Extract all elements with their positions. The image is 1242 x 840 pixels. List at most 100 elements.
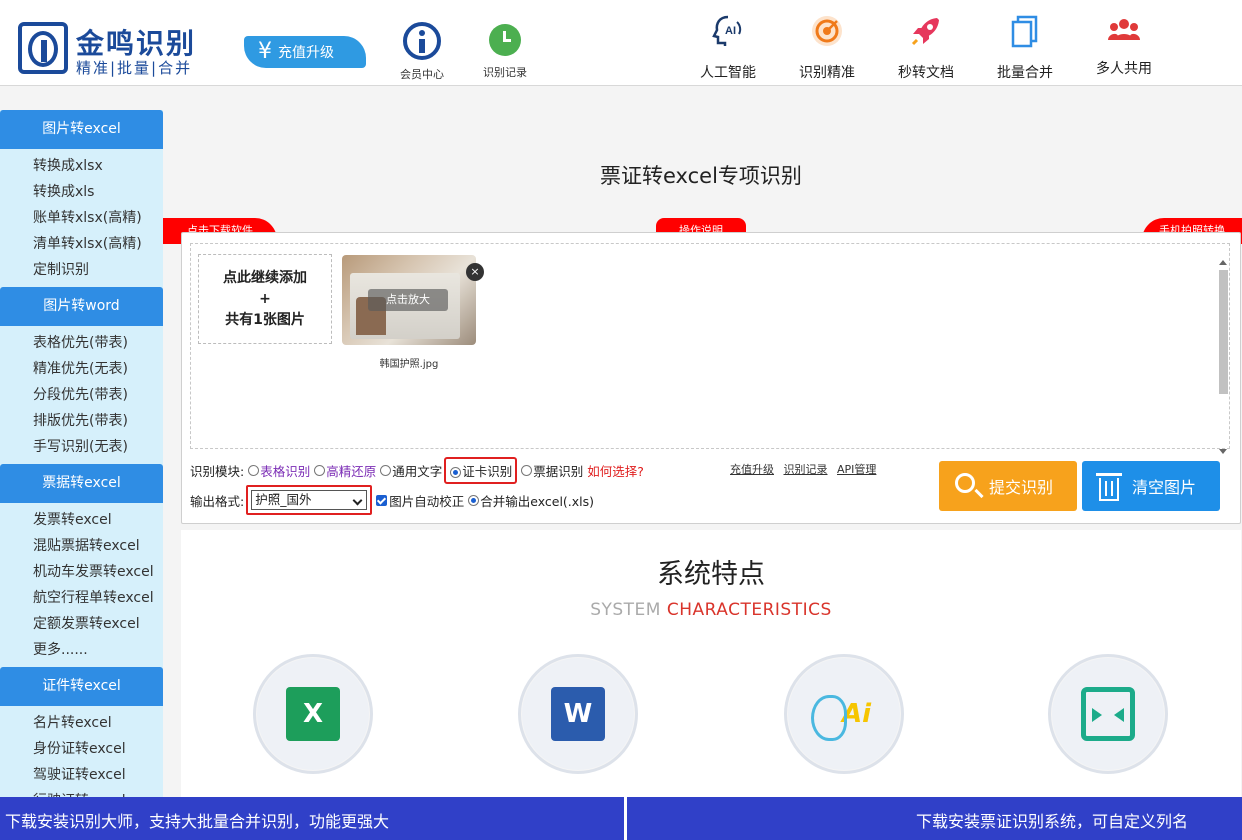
remove-image-button[interactable]: × (466, 263, 484, 281)
magnifier-icon (955, 473, 975, 493)
scrollbar-thumb[interactable] (1219, 270, 1228, 394)
radio-hi-precision[interactable] (314, 465, 326, 476)
module-card-label[interactable]: 证卡识别 (462, 464, 512, 479)
logo-title: 金鸣识别 (76, 27, 197, 60)
sidebar-group-title[interactable]: 图片转excel (0, 110, 163, 149)
module-general-text-label[interactable]: 通用文字 (392, 461, 442, 480)
merge-output-radio[interactable] (468, 494, 480, 506)
module-label: 识别模块: (190, 464, 245, 479)
sidebar-item[interactable]: 名片转excel (0, 710, 163, 736)
top-header: 金鸣识别 精准|批量|合并 ¥ 充值升级 会员中心 识别记录 AI 人工智能 识… (0, 0, 1242, 86)
svg-text:AI: AI (725, 25, 736, 37)
plus-icon: + (259, 291, 271, 307)
sidebar-item[interactable]: 定额发票转excel (0, 611, 163, 637)
recharge-link[interactable]: 充值升级 (730, 463, 774, 476)
feature-accuracy-label: 识别精准 (799, 65, 855, 81)
feature-batch-label: 批量合并 (997, 65, 1053, 81)
sidebar-item[interactable]: 表格优先(带表) (0, 330, 163, 356)
dropzone-scrollbar[interactable] (1216, 258, 1230, 456)
sidebar-group-id-excel: 证件转excel 名片转excel 身份证转excel 驾驶证转excel 行驶… (0, 667, 163, 800)
sidebar-item[interactable]: 转换成xlsx (0, 153, 163, 179)
sidebar-group-title[interactable]: 图片转word (0, 287, 163, 326)
member-center-label: 会员中心 (400, 68, 444, 81)
sidebar-item[interactable]: 精准优先(无表) (0, 356, 163, 382)
download-master-banner[interactable]: 下载安装识别大师，支持大批量合并识别，功能更强大 (5, 808, 389, 832)
submit-label: 提交识别 (989, 478, 1054, 497)
ai-icon: AI (712, 15, 742, 46)
member-center-button[interactable]: 会员中心 (392, 22, 452, 82)
excel-icon: X (286, 687, 340, 741)
module-options: 识别模块: 表格识别 高精还原 通用文字 证卡识别 票据识别 如何选择? (190, 457, 644, 484)
history-label: 识别记录 (483, 66, 527, 79)
image-dropzone[interactable]: 点此继续添加 + 共有1张图片 点击放大 × 韩国护照.jpg (190, 243, 1230, 454)
history-button[interactable]: 识别记录 (475, 22, 535, 82)
users-icon (1108, 19, 1140, 40)
feature-circle-ai: Ai (784, 654, 904, 774)
module-invoice-label[interactable]: 票据识别 (533, 461, 583, 480)
sidebar-item[interactable]: 身份证转excel (0, 736, 163, 762)
recharge-button[interactable]: ¥ 充值升级 (244, 36, 366, 68)
how-to-choose-link[interactable]: 如何选择? (587, 461, 644, 480)
feature-batch: 批量合并 (983, 14, 1067, 82)
submit-button[interactable]: 提交识别 (939, 461, 1077, 511)
bottom-banner: 下载安装识别大师，支持大批量合并识别，功能更强大 下载安装票证识别系统，可自定义… (0, 797, 1242, 840)
history-link[interactable]: 识别记录 (784, 463, 828, 476)
copy-icon (1011, 15, 1038, 48)
radio-card[interactable] (450, 467, 462, 478)
sidebar-item[interactable]: 混贴票据转excel (0, 533, 163, 559)
clear-images-button[interactable]: 清空图片 (1082, 461, 1220, 511)
sidebar-item[interactable]: 航空行程单转excel (0, 585, 163, 611)
sidebar-item[interactable]: 转换成xls (0, 179, 163, 205)
word-icon: W (551, 687, 605, 741)
radio-general-text[interactable] (380, 465, 392, 476)
output-select-highlight: 护照_国外 (246, 485, 373, 515)
sidebar-item[interactable]: 定制识别 (0, 257, 163, 283)
auto-correct-label[interactable]: 图片自动校正 (389, 491, 464, 510)
sidebar-group-title[interactable]: 票据转excel (0, 464, 163, 503)
scroll-down-icon[interactable] (1219, 449, 1227, 454)
subtitle-part-a: SYSTEM (590, 600, 667, 620)
merge-icon (1081, 687, 1135, 741)
sidebar-item[interactable]: 清单转xlsx(高精) (0, 231, 163, 257)
target-icon (812, 16, 842, 46)
download-ticket-system-banner[interactable]: 下载安装票证识别系统，可自定义列名 (916, 808, 1188, 832)
trash-icon (1096, 473, 1122, 501)
feature-multiuser: 多人共用 (1082, 14, 1166, 78)
sidebar-group-title[interactable]: 证件转excel (0, 667, 163, 706)
sidebar-item[interactable]: 分段优先(带表) (0, 382, 163, 408)
zoom-button[interactable]: 点击放大 (368, 289, 448, 311)
output-format-select[interactable]: 护照_国外 (251, 490, 368, 510)
sidebar-item[interactable]: 发票转excel (0, 507, 163, 533)
sidebar-item[interactable]: 手写识别(无表) (0, 434, 163, 460)
output-format-label: 输出格式: (190, 493, 245, 509)
sidebar-item[interactable]: 更多...... (0, 637, 163, 663)
site-logo[interactable]: 金鸣识别 精准|批量|合并 (18, 22, 208, 78)
module-hi-precision-label[interactable]: 高精还原 (326, 461, 376, 480)
logo-subtitle: 精准|批量|合并 (76, 59, 193, 77)
image-thumbnail[interactable]: 点击放大 (342, 255, 476, 345)
add-image-button[interactable]: 点此继续添加 + 共有1张图片 (198, 254, 332, 344)
radio-invoice[interactable] (521, 465, 533, 476)
api-manage-link[interactable]: API管理 (837, 463, 876, 476)
section-subtitle: SYSTEM CHARACTERISTICS (181, 600, 1241, 620)
auto-correct-checkbox[interactable] (376, 494, 388, 506)
clock-icon (489, 24, 521, 56)
sidebar-item[interactable]: 机动车发票转excel (0, 559, 163, 585)
feature-accuracy: 识别精准 (785, 14, 869, 82)
page-title: 票证转excel专项识别 (600, 164, 802, 188)
sidebar-group-invoice-excel: 票据转excel 发票转excel 混贴票据转excel 机动车发票转excel… (0, 464, 163, 667)
merge-output-label[interactable]: 合并输出excel(.xls) (480, 491, 594, 510)
sidebar-item[interactable]: 账单转xlsx(高精) (0, 205, 163, 231)
module-table-label[interactable]: 表格识别 (260, 461, 310, 480)
feature-multiuser-label: 多人共用 (1096, 61, 1152, 77)
feature-ai-label: 人工智能 (700, 65, 756, 81)
scroll-up-icon[interactable] (1219, 260, 1227, 265)
radio-table[interactable] (248, 465, 260, 476)
feature-fast: 秒转文档 (884, 14, 968, 82)
sidebar-item[interactable]: 驾驶证转excel (0, 762, 163, 788)
selected-module-highlight: 证卡识别 (444, 457, 518, 484)
recharge-label: 充值升级 (278, 45, 334, 61)
yen-icon: ¥ (258, 39, 272, 64)
system-features-section: 系统特点 SYSTEM CHARACTERISTICS X W Ai (181, 530, 1241, 800)
sidebar-item[interactable]: 排版优先(带表) (0, 408, 163, 434)
